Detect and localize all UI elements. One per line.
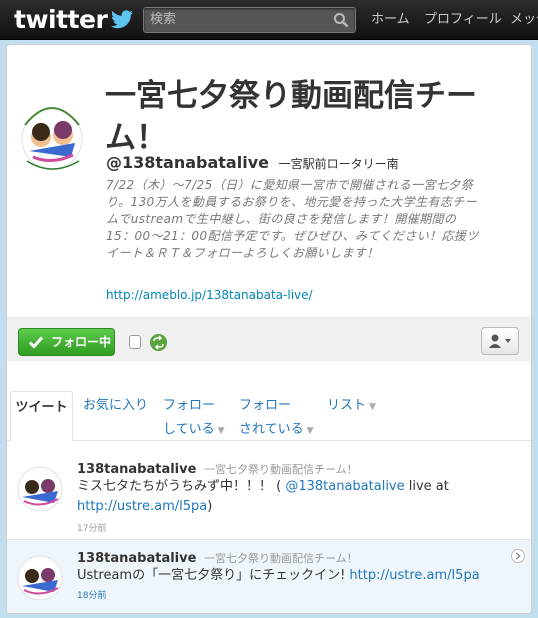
device-icon[interactable] (129, 335, 141, 349)
profile-header: 一宮七夕祭り動画配信チーム！ @138tanabatalive 一宮駅前ロータリ… (7, 45, 531, 355)
caret-down-icon: ▼ (217, 426, 225, 436)
tweet-url-link[interactable]: http://ustre.am/l5pa (77, 499, 207, 514)
profile-location: 一宮駅前ロータリー南 (278, 157, 399, 171)
check-icon (28, 336, 44, 349)
tweet-mention-link[interactable]: @138tanabatalive (285, 479, 404, 494)
user-dropdown-icon (489, 334, 511, 348)
tab-followers-line2: されている (239, 422, 304, 437)
tweet-timestamp[interactable]: 17分前 (77, 521, 106, 534)
logo-text: twitter (14, 5, 108, 34)
nav-profile[interactable]: プロフィール (424, 0, 502, 40)
tweet-timestamp[interactable]: 18分前 (77, 588, 106, 601)
tweet-text: ミス七タたちがうちみず中！！！ ( @138tanabatalive live … (77, 477, 517, 517)
tweet-item[interactable]: 138tanabatalive 一宮七夕祭り動画配信チーム！ ミス七タたちがうち… (7, 451, 531, 535)
tweet-screen-name[interactable]: 138tanabatalive (77, 462, 196, 477)
tab-lists[interactable]: リスト ▼ (327, 394, 376, 419)
nav-home[interactable]: ホーム (371, 0, 410, 40)
tab-lists-label: リスト (327, 398, 367, 413)
caret-down-icon: ▼ (306, 426, 314, 436)
user-menu-button[interactable] (481, 327, 519, 355)
profile-card: 一宮七夕祭り動画配信チーム！ @138tanabatalive 一宮駅前ロータリ… (6, 44, 532, 614)
tweet-avatar[interactable] (16, 552, 64, 600)
profile-tabs: ツイート お気に入り フォロー している ▼ フォロー されている ▼ リスト ▼ (7, 388, 531, 443)
bird-icon (111, 10, 134, 29)
top-bar: twitter 検索 ホーム プロフィール メッセ (0, 0, 538, 40)
search-input[interactable]: 検索 (143, 7, 356, 33)
tweet-author[interactable]: 138tanabatalive 一宮七夕祭り動画配信チーム！ (77, 461, 358, 477)
tab-followers-line1: フォロー (239, 398, 292, 413)
tweet-url-link[interactable]: http://ustre.am/l5pa (349, 568, 479, 583)
tab-followers[interactable]: フォロー されている ▼ (239, 394, 314, 443)
screen-name: @138tanabatalive 一宮駅前ロータリー南 (106, 153, 399, 172)
tweet-author[interactable]: 138tanabatalive 一宮七夕祭り動画配信チーム！ (77, 550, 358, 566)
tab-following-line1: フォロー (163, 398, 216, 413)
screen-name-text: @138tanabatalive (106, 153, 269, 172)
caret-down-icon: ▼ (369, 402, 376, 412)
tweet-item[interactable]: 138tanabatalive 一宮七夕祭り動画配信チーム！ Ustreamの「… (7, 539, 531, 613)
following-button[interactable]: フォロー中 (18, 328, 115, 356)
profile-url[interactable]: http://ameblo.jp/138tanabata-live/ (106, 288, 313, 302)
profile-bio: 7/22（木）～7/25（日）に愛知県一宮市で開催される一宮七夕祭り。130万人… (106, 178, 479, 260)
retweet-toggle-icon[interactable] (150, 334, 167, 351)
tweet-full-name: 一宮七夕祭り動画配信チーム！ (203, 463, 358, 476)
profile-name: 一宮七夕祭り動画配信チーム！ (105, 78, 477, 156)
profile-action-bar: フォロー中 (7, 317, 531, 361)
tweet-text-part: live at (404, 479, 449, 494)
tweet-text-part: ) (207, 499, 213, 514)
tab-favorites[interactable]: お気に入り (83, 394, 148, 418)
twitter-logo[interactable]: twitter (14, 5, 134, 35)
chevron-right-icon[interactable] (511, 549, 525, 563)
tweet-screen-name[interactable]: 138tanabatalive (77, 551, 196, 566)
tweet-text-part: ミス七タたちがうちみず中！！！ ( (77, 479, 286, 494)
tweet-text: Ustreamの「一宮七夕祭り」にチェックイン! http://ustre.am… (77, 566, 517, 586)
tab-following-line2: している (163, 422, 215, 437)
nav-messages[interactable]: メッセ (510, 0, 538, 40)
tweet-full-name: 一宮七夕祭り動画配信チーム！ (203, 552, 358, 565)
tab-tweets[interactable]: ツイート (10, 391, 73, 442)
tab-following[interactable]: フォロー している ▼ (163, 394, 225, 443)
tweet-avatar[interactable] (16, 463, 64, 511)
search-icon[interactable] (333, 12, 349, 28)
profile-avatar (21, 107, 83, 170)
tweet-text-part: Ustreamの「一宮七夕祭り」にチェックイン! (77, 568, 350, 583)
search-placeholder: 検索 (150, 12, 177, 27)
following-label: フォロー中 (51, 335, 112, 349)
